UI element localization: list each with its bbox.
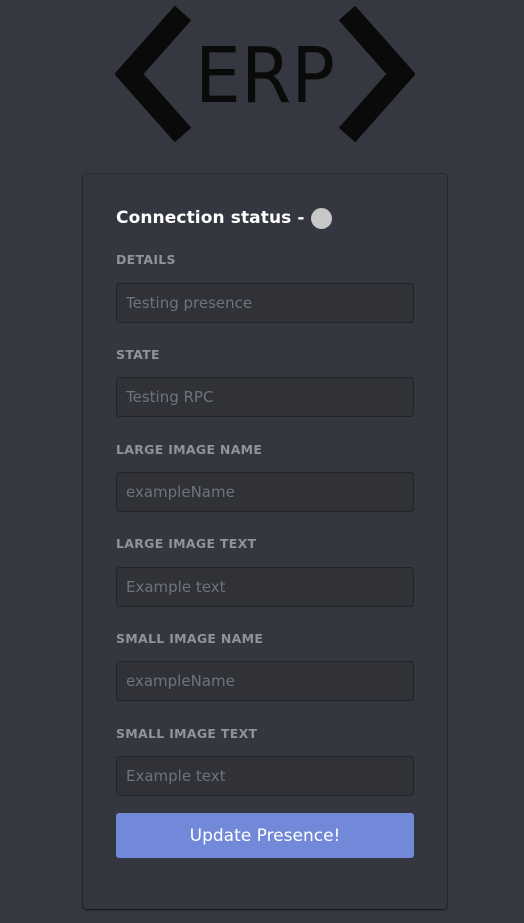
erp-logo: ERP: [115, 6, 415, 142]
connection-status-label: Connection status -: [116, 208, 305, 228]
state-input[interactable]: [116, 377, 414, 417]
details-input[interactable]: [116, 283, 414, 323]
right-chevron-shape: [338, 6, 415, 142]
details-label: DETAILS: [116, 252, 176, 267]
large-image-text-label: LARGE IMAGE TEXT: [116, 536, 257, 551]
small-image-text-label: SMALL IMAGE TEXT: [116, 726, 258, 741]
small-image-text-input[interactable]: [116, 756, 414, 796]
large-image-name-label: LARGE IMAGE NAME: [116, 442, 263, 457]
small-image-name-input[interactable]: [116, 661, 414, 701]
logo-text: ERP: [195, 32, 335, 121]
small-image-name-label: SMALL IMAGE NAME: [116, 631, 264, 646]
left-chevron-shape: [115, 6, 192, 142]
state-label: STATE: [116, 347, 160, 362]
large-image-text-input[interactable]: [116, 567, 414, 607]
connection-status-indicator: [310, 207, 332, 229]
presence-form-card: Connection status - DETAILS STATE LARGE …: [83, 174, 447, 909]
connection-status: Connection status -: [116, 206, 332, 230]
large-image-name-input[interactable]: [116, 472, 414, 512]
update-presence-button[interactable]: Update Presence!: [116, 813, 414, 858]
